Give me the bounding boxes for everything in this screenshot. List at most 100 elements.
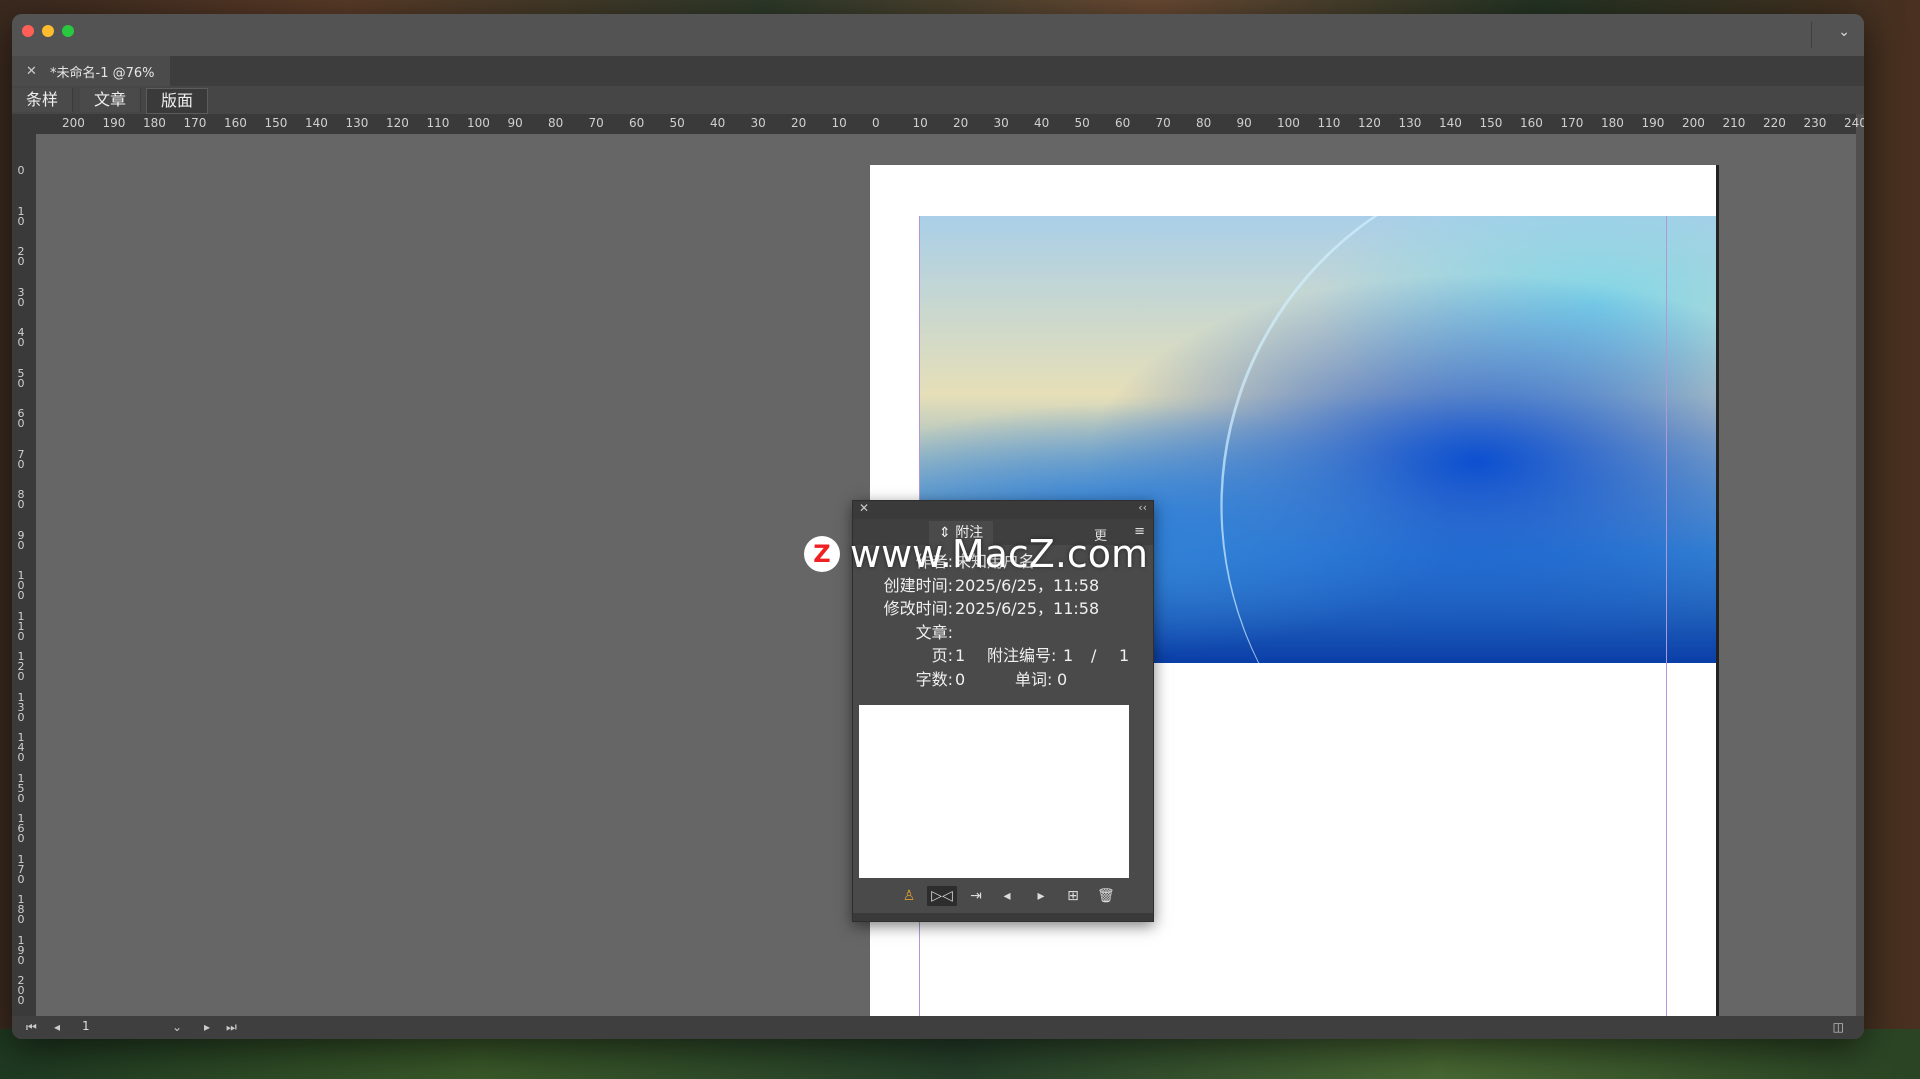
ruler-tick-label: 90 xyxy=(507,116,523,130)
page-number-field[interactable]: 1 xyxy=(82,1019,182,1035)
story-label: 文章: xyxy=(915,623,953,642)
ruler-tick-label: 150 xyxy=(17,771,25,805)
page-dropdown-icon[interactable]: ⌄ xyxy=(172,1020,182,1034)
words-label: 单词: xyxy=(1015,670,1053,689)
ruler-tick-label: 30 xyxy=(750,116,766,130)
ruler-tick-label: 0 xyxy=(872,116,880,130)
document-tab[interactable]: ✕ *未命名-1 @76% xyxy=(12,56,170,86)
ruler-tick-label: 70 xyxy=(17,447,25,471)
ruler-tick-label: 50 xyxy=(669,116,685,130)
next-page-icon[interactable]: ▸ xyxy=(204,1020,210,1034)
chevron-down-icon[interactable]: ⌄ xyxy=(1838,24,1850,40)
ruler-tick-label: 220 xyxy=(1763,116,1786,130)
last-page-icon[interactable]: ⏭ xyxy=(226,1020,237,1035)
app-window: ⌄ ✕ *未命名-1 @76% 条样 文章 版面 200 190 180 170 160… xyxy=(12,14,1864,1039)
ruler-tick-label: 20 xyxy=(791,116,807,130)
margin-guide-right[interactable] xyxy=(1666,216,1667,1036)
ruler-tick-label: 20 xyxy=(17,245,25,268)
ruler-tick-label: 150 xyxy=(264,116,288,130)
note-number-separator: / xyxy=(1091,646,1097,665)
note-text-area[interactable] xyxy=(859,705,1129,878)
panel-resize-grip[interactable] xyxy=(853,913,1153,921)
split-note-icon[interactable]: ▷◁ xyxy=(927,886,957,906)
view-mode-bar: 条样 文章 版面 xyxy=(12,86,1864,114)
ruler-tick-label: 70 xyxy=(588,116,604,130)
next-note-icon[interactable]: ▸ xyxy=(1033,886,1049,906)
words-value: 0 xyxy=(1057,670,1068,689)
ruler-tick-label: 160 xyxy=(17,812,25,845)
chars-label: 字数: xyxy=(915,670,953,689)
ruler-tick-label: 160 xyxy=(224,116,247,130)
previous-note-icon[interactable]: ◂ xyxy=(999,886,1015,906)
page-label: 页: xyxy=(931,646,953,665)
ruler-tick-label: 200 xyxy=(62,116,85,130)
ruler-tick-label: 100 xyxy=(1277,116,1300,130)
first-page-icon[interactable]: ⏮ xyxy=(26,1020,37,1035)
ruler-tick-label: 90 xyxy=(1236,116,1252,130)
modified-row: 修改时间: 2025/6/25，11:58 xyxy=(853,598,1153,620)
trash-icon[interactable]: 🗑 xyxy=(1097,886,1115,906)
created-row: 创建时间: 2025/6/25，11:58 xyxy=(853,575,1153,597)
watermark-logo: Z xyxy=(804,536,840,572)
ruler-tick-label: 120 xyxy=(386,116,409,130)
document-tab-bar: ✕ *未命名-1 @76% xyxy=(12,56,1864,86)
ruler-tick-label: 130 xyxy=(17,690,25,724)
ruler-tick-label: 180 xyxy=(1601,116,1624,130)
ruler-tick-label: 110 xyxy=(1317,116,1341,130)
ruler-tick-label: 10 xyxy=(912,116,928,130)
ruler-tick-label: 130 xyxy=(345,116,369,130)
user-icon[interactable]: ♙ xyxy=(899,886,919,906)
ruler-origin[interactable] xyxy=(12,114,36,134)
ruler-tick-label: 170 xyxy=(183,116,207,130)
ruler-tick-label: 170 xyxy=(17,852,25,886)
ruler-tick-label: 0 xyxy=(17,164,25,177)
modified-value: 2025/6/25，11:58 xyxy=(955,599,1100,618)
vertical-ruler[interactable]: 0 10 20 30 40 50 60 70 80 90 100 110 120 130 140 150 160… xyxy=(12,134,37,1039)
ruler-tick-label: 110 xyxy=(17,609,25,643)
zoom-window-button[interactable] xyxy=(62,25,74,37)
ruler-tick-label: 80 xyxy=(1196,116,1212,130)
ruler-tick-label: 50 xyxy=(17,366,25,390)
new-note-icon[interactable]: ⊞ xyxy=(1065,886,1081,906)
close-window-button[interactable] xyxy=(22,25,34,37)
watermark-text: www.MacZ.com xyxy=(850,532,1149,576)
ruler-tick-label: 230 xyxy=(1803,116,1827,130)
note-number-total: 1 xyxy=(1119,646,1130,665)
close-icon[interactable]: ✕ xyxy=(859,501,869,515)
created-label: 创建时间: xyxy=(883,576,953,595)
minimize-window-button[interactable] xyxy=(42,25,54,37)
collapse-notes-icon[interactable]: ⇥ xyxy=(963,886,989,906)
title-separator xyxy=(1811,22,1812,48)
previous-page-icon[interactable]: ◂ xyxy=(54,1020,60,1034)
close-icon[interactable]: ✕ xyxy=(26,64,44,79)
created-value: 2025/6/25，11:58 xyxy=(955,576,1100,595)
ruler-tick-label: 110 xyxy=(426,116,450,130)
status-bar: ⏮ ◂ 1 ⌄ ▸ ⏭ ◫ xyxy=(12,1016,1864,1039)
ruler-tick-label: 200 xyxy=(17,974,25,1007)
ruler-tick-label: 30 xyxy=(993,116,1009,130)
ruler-tick-label: 160 xyxy=(1520,116,1543,130)
story-row: 文章: xyxy=(853,622,1153,644)
ruler-tick-label: 40 xyxy=(1034,116,1050,130)
ruler-tick-label: 20 xyxy=(953,116,969,130)
mode-layout[interactable]: 版面 xyxy=(146,88,209,114)
ruler-tick-label: 200 xyxy=(1682,116,1705,130)
ruler-tick-label: 140 xyxy=(17,731,25,764)
mode-galley[interactable]: 条样 xyxy=(12,88,74,112)
ruler-tick-label: 190 xyxy=(17,933,25,967)
split-view-icon[interactable]: ◫ xyxy=(1833,1020,1844,1034)
note-number-value: 1 xyxy=(1063,646,1074,665)
mode-story[interactable]: 文章 xyxy=(80,88,142,112)
watermark: Z www.MacZ.com xyxy=(804,532,1148,576)
modified-label: 修改时间: xyxy=(883,599,953,618)
horizontal-ruler[interactable]: 200 190 180 170 160 150 140 130 120 110 100 90 80 70 6… xyxy=(36,114,1864,135)
collapse-icon[interactable]: ‹‹ xyxy=(1138,501,1147,514)
ruler-tick-label: 100 xyxy=(17,569,25,602)
page-edge xyxy=(1716,165,1719,1035)
ruler-tick-label: 150 xyxy=(1479,116,1503,130)
panel-header[interactable]: ✕ ‹‹ xyxy=(853,501,1153,519)
ruler-tick-label: 80 xyxy=(548,116,564,130)
ruler-tick-label: 120 xyxy=(17,650,25,683)
ruler-tick-label: 180 xyxy=(143,116,166,130)
ruler-tick-label: 90 xyxy=(17,528,25,552)
